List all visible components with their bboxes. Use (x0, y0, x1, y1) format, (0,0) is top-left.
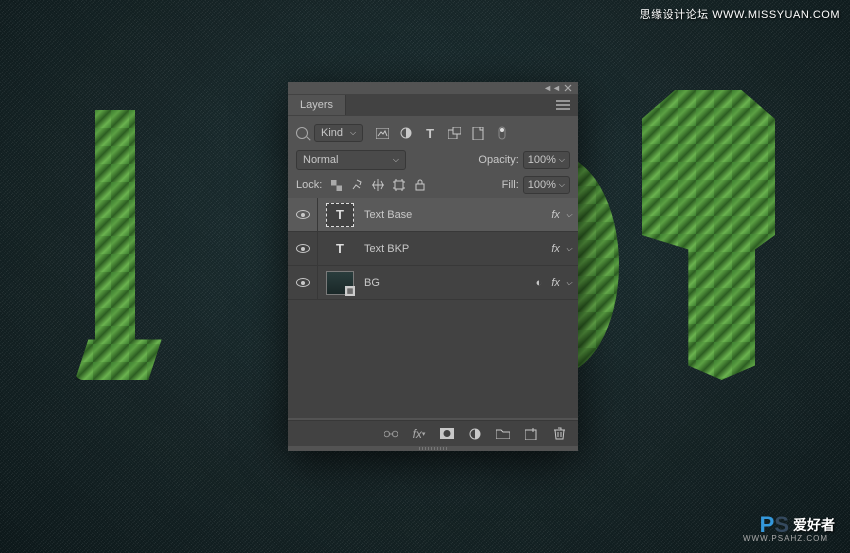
search-icon[interactable] (296, 127, 308, 139)
close-icon[interactable] (564, 84, 572, 92)
filter-type-icon[interactable]: T (423, 126, 437, 140)
fill-input[interactable]: 100%⌵ (523, 176, 570, 194)
visibility-toggle[interactable] (288, 232, 318, 265)
type-icon: T (336, 241, 344, 256)
lock-all-icon[interactable] (414, 179, 426, 191)
opacity-input[interactable]: 100%⌵ (523, 151, 570, 169)
layer-fx-badge[interactable]: fx⌵ (551, 243, 572, 255)
layer-fx-badge[interactable]: ◐ fx⌵ (536, 277, 572, 289)
blend-row: Normal⌵ Opacity: 100%⌵ (296, 150, 570, 170)
filter-toggle-icon[interactable] (495, 126, 509, 140)
eye-icon (296, 278, 310, 287)
eye-icon (296, 244, 310, 253)
panel-tabs: Layers (288, 94, 578, 116)
group-icon[interactable] (496, 427, 510, 441)
smart-object-icon: ▦ (345, 286, 355, 296)
visibility-toggle[interactable] (288, 266, 318, 299)
adjustment-icon[interactable] (468, 427, 482, 441)
filter-pixel-icon[interactable] (375, 126, 389, 140)
filter-smart-icon[interactable] (471, 126, 485, 140)
resize-grip[interactable] (288, 446, 578, 451)
lock-label: Lock: (296, 179, 322, 191)
opacity-label: Opacity: (478, 154, 518, 166)
layer-thumbnail[interactable]: T (326, 237, 354, 261)
layer-row[interactable]: T Text Base fx⌵ (288, 198, 578, 232)
lock-position-icon[interactable] (372, 179, 384, 191)
panel-footer: fx▾ (288, 420, 578, 446)
layer-thumbnail[interactable]: ▦ (326, 271, 354, 295)
fill-label: Fill: (502, 179, 519, 191)
type-icon: T (336, 207, 344, 222)
layer-row[interactable]: ▦ BG ◐ fx⌵ (288, 266, 578, 300)
fx-icon[interactable]: fx▾ (412, 427, 426, 441)
panel-menu-icon[interactable] (548, 100, 578, 110)
filter-row: Kind⌵ T (296, 124, 570, 142)
layer-name-label[interactable]: BG (364, 277, 536, 289)
filter-shape-icon[interactable] (447, 126, 461, 140)
layer-name-label[interactable]: Text Base (364, 209, 551, 221)
mask-icon[interactable] (440, 427, 454, 441)
trash-icon[interactable] (552, 427, 566, 441)
kind-select[interactable]: Kind⌵ (314, 124, 363, 142)
link-layers-icon[interactable] (384, 427, 398, 441)
panel-top-bar: ◄◄ (288, 82, 578, 94)
collapse-icon[interactable]: ◄◄ (548, 84, 556, 92)
lock-image-icon[interactable] (351, 179, 363, 191)
watermark-top: 思缘设计论坛 WWW.MISSYUAN.COM (640, 6, 840, 22)
layer-name-label[interactable]: Text BKP (364, 243, 551, 255)
eye-icon (296, 210, 310, 219)
filter-adjust-icon[interactable] (399, 126, 413, 140)
tab-layers[interactable]: Layers (288, 95, 346, 115)
visibility-toggle[interactable] (288, 198, 318, 231)
lock-row: Lock: Fill: 100%⌵ (296, 176, 570, 194)
watermark-url: WWW.PSAHZ.COM (743, 534, 828, 543)
lock-transparency-icon[interactable] (330, 179, 342, 191)
lock-artboard-icon[interactable] (393, 179, 405, 191)
layer-thumbnail[interactable]: T (326, 203, 354, 227)
new-layer-icon[interactable] (524, 427, 538, 441)
smart-filter-icon: ◐ (536, 277, 543, 289)
layers-list: T Text Base fx⌵ T Text BKP fx⌵ ▦ BG ◐ fx… (288, 198, 578, 418)
layer-fx-badge[interactable]: fx⌵ (551, 209, 572, 221)
layers-panel: ◄◄ Layers Kind⌵ T Nor (288, 82, 578, 451)
blend-mode-select[interactable]: Normal⌵ (296, 150, 406, 170)
layer-row[interactable]: T Text BKP fx⌵ (288, 232, 578, 266)
